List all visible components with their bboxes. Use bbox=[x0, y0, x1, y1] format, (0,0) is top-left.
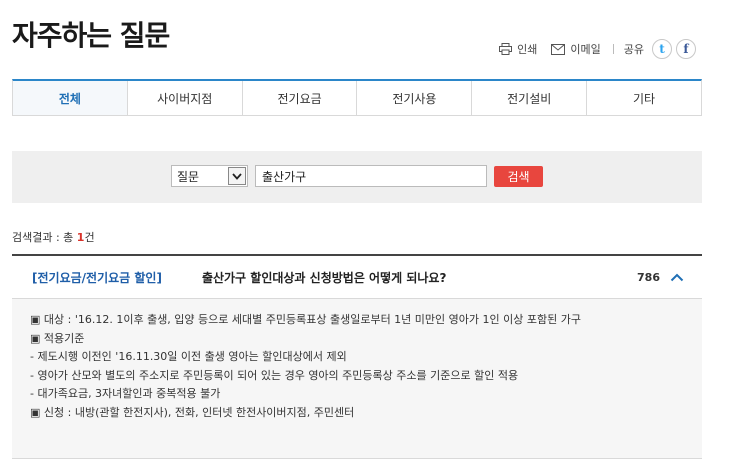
tab-all[interactable]: 전체 bbox=[13, 81, 127, 115]
answer-line: - 대가족요금, 3자녀할인과 중복적용 불가 bbox=[30, 387, 221, 401]
faq-question: 출산가구 할인대상과 신청방법은 어떻게 되나요? bbox=[201, 270, 447, 285]
faq-answer: ▣ 대상 : '16.12. 1이후 출생, 입양 등으로 세대별 주민등록표상… bbox=[12, 299, 702, 459]
chevron-down-icon[interactable] bbox=[228, 167, 246, 185]
tab-etc[interactable]: 기타 bbox=[586, 81, 701, 115]
printer-icon bbox=[499, 43, 513, 55]
utility-bar: 인쇄 이메일 공유 t f bbox=[485, 38, 696, 60]
answer-line: ▣ 신청 : 내방(관할 한전지사), 전화, 인터넷 한전사이버지점, 주민센… bbox=[30, 405, 355, 419]
tab-electricity-bill[interactable]: 전기요금 bbox=[241, 81, 357, 115]
result-count: 검색결과 : 총 1건 bbox=[12, 229, 95, 245]
facebook-icon[interactable]: f bbox=[676, 39, 696, 59]
search-type-value: 질문 bbox=[177, 169, 200, 184]
tab-electricity-use[interactable]: 전기사용 bbox=[356, 81, 472, 115]
email-button[interactable]: 이메일 bbox=[551, 41, 601, 57]
twitter-icon[interactable]: t bbox=[652, 39, 672, 59]
chevron-up-icon[interactable] bbox=[670, 273, 684, 282]
search-button[interactable]: 검색 bbox=[494, 166, 543, 187]
utility-divider bbox=[612, 44, 614, 54]
answer-line: ▣ 적용기준 bbox=[30, 331, 85, 345]
share-label: 공유 bbox=[623, 43, 644, 56]
tab-electrical-equipment[interactable]: 전기설비 bbox=[471, 81, 587, 115]
tab-cyber-branch[interactable]: 사이버지점 bbox=[126, 81, 242, 115]
answer-line: - 영아가 산모와 별도의 주소지로 주민등록이 되어 있는 경우 영아의 주민… bbox=[30, 368, 519, 382]
page-title: 자주하는 질문 bbox=[12, 19, 170, 52]
faq-question-row[interactable]: [전기요금/전기요금 할인] 출산가구 할인대상과 신청방법은 어떻게 되나요?… bbox=[12, 254, 702, 299]
faq-view-count: 786 bbox=[637, 270, 660, 284]
search-type-select[interactable]: 질문 bbox=[171, 165, 248, 187]
search-panel: 질문 검색 bbox=[12, 151, 702, 203]
result-prefix: 검색결과 : 총 bbox=[12, 231, 77, 244]
answer-line: - 제도시행 이전인 '16.11.30일 이전 출생 영아는 할인대상에서 제… bbox=[30, 350, 347, 364]
mail-icon bbox=[551, 43, 566, 55]
print-label: 인쇄 bbox=[517, 43, 538, 56]
faq-category: [전기요금/전기요금 할인] bbox=[32, 270, 162, 285]
print-button[interactable]: 인쇄 bbox=[499, 41, 537, 57]
result-suffix: 건 bbox=[84, 231, 95, 244]
answer-line: ▣ 대상 : '16.12. 1이후 출생, 입양 등으로 세대별 주민등록표상… bbox=[30, 313, 581, 326]
category-tabs: 전체 사이버지점 전기요금 전기사용 전기설비 기타 bbox=[12, 79, 702, 116]
email-label: 이메일 bbox=[570, 43, 601, 56]
search-input[interactable] bbox=[255, 165, 487, 187]
